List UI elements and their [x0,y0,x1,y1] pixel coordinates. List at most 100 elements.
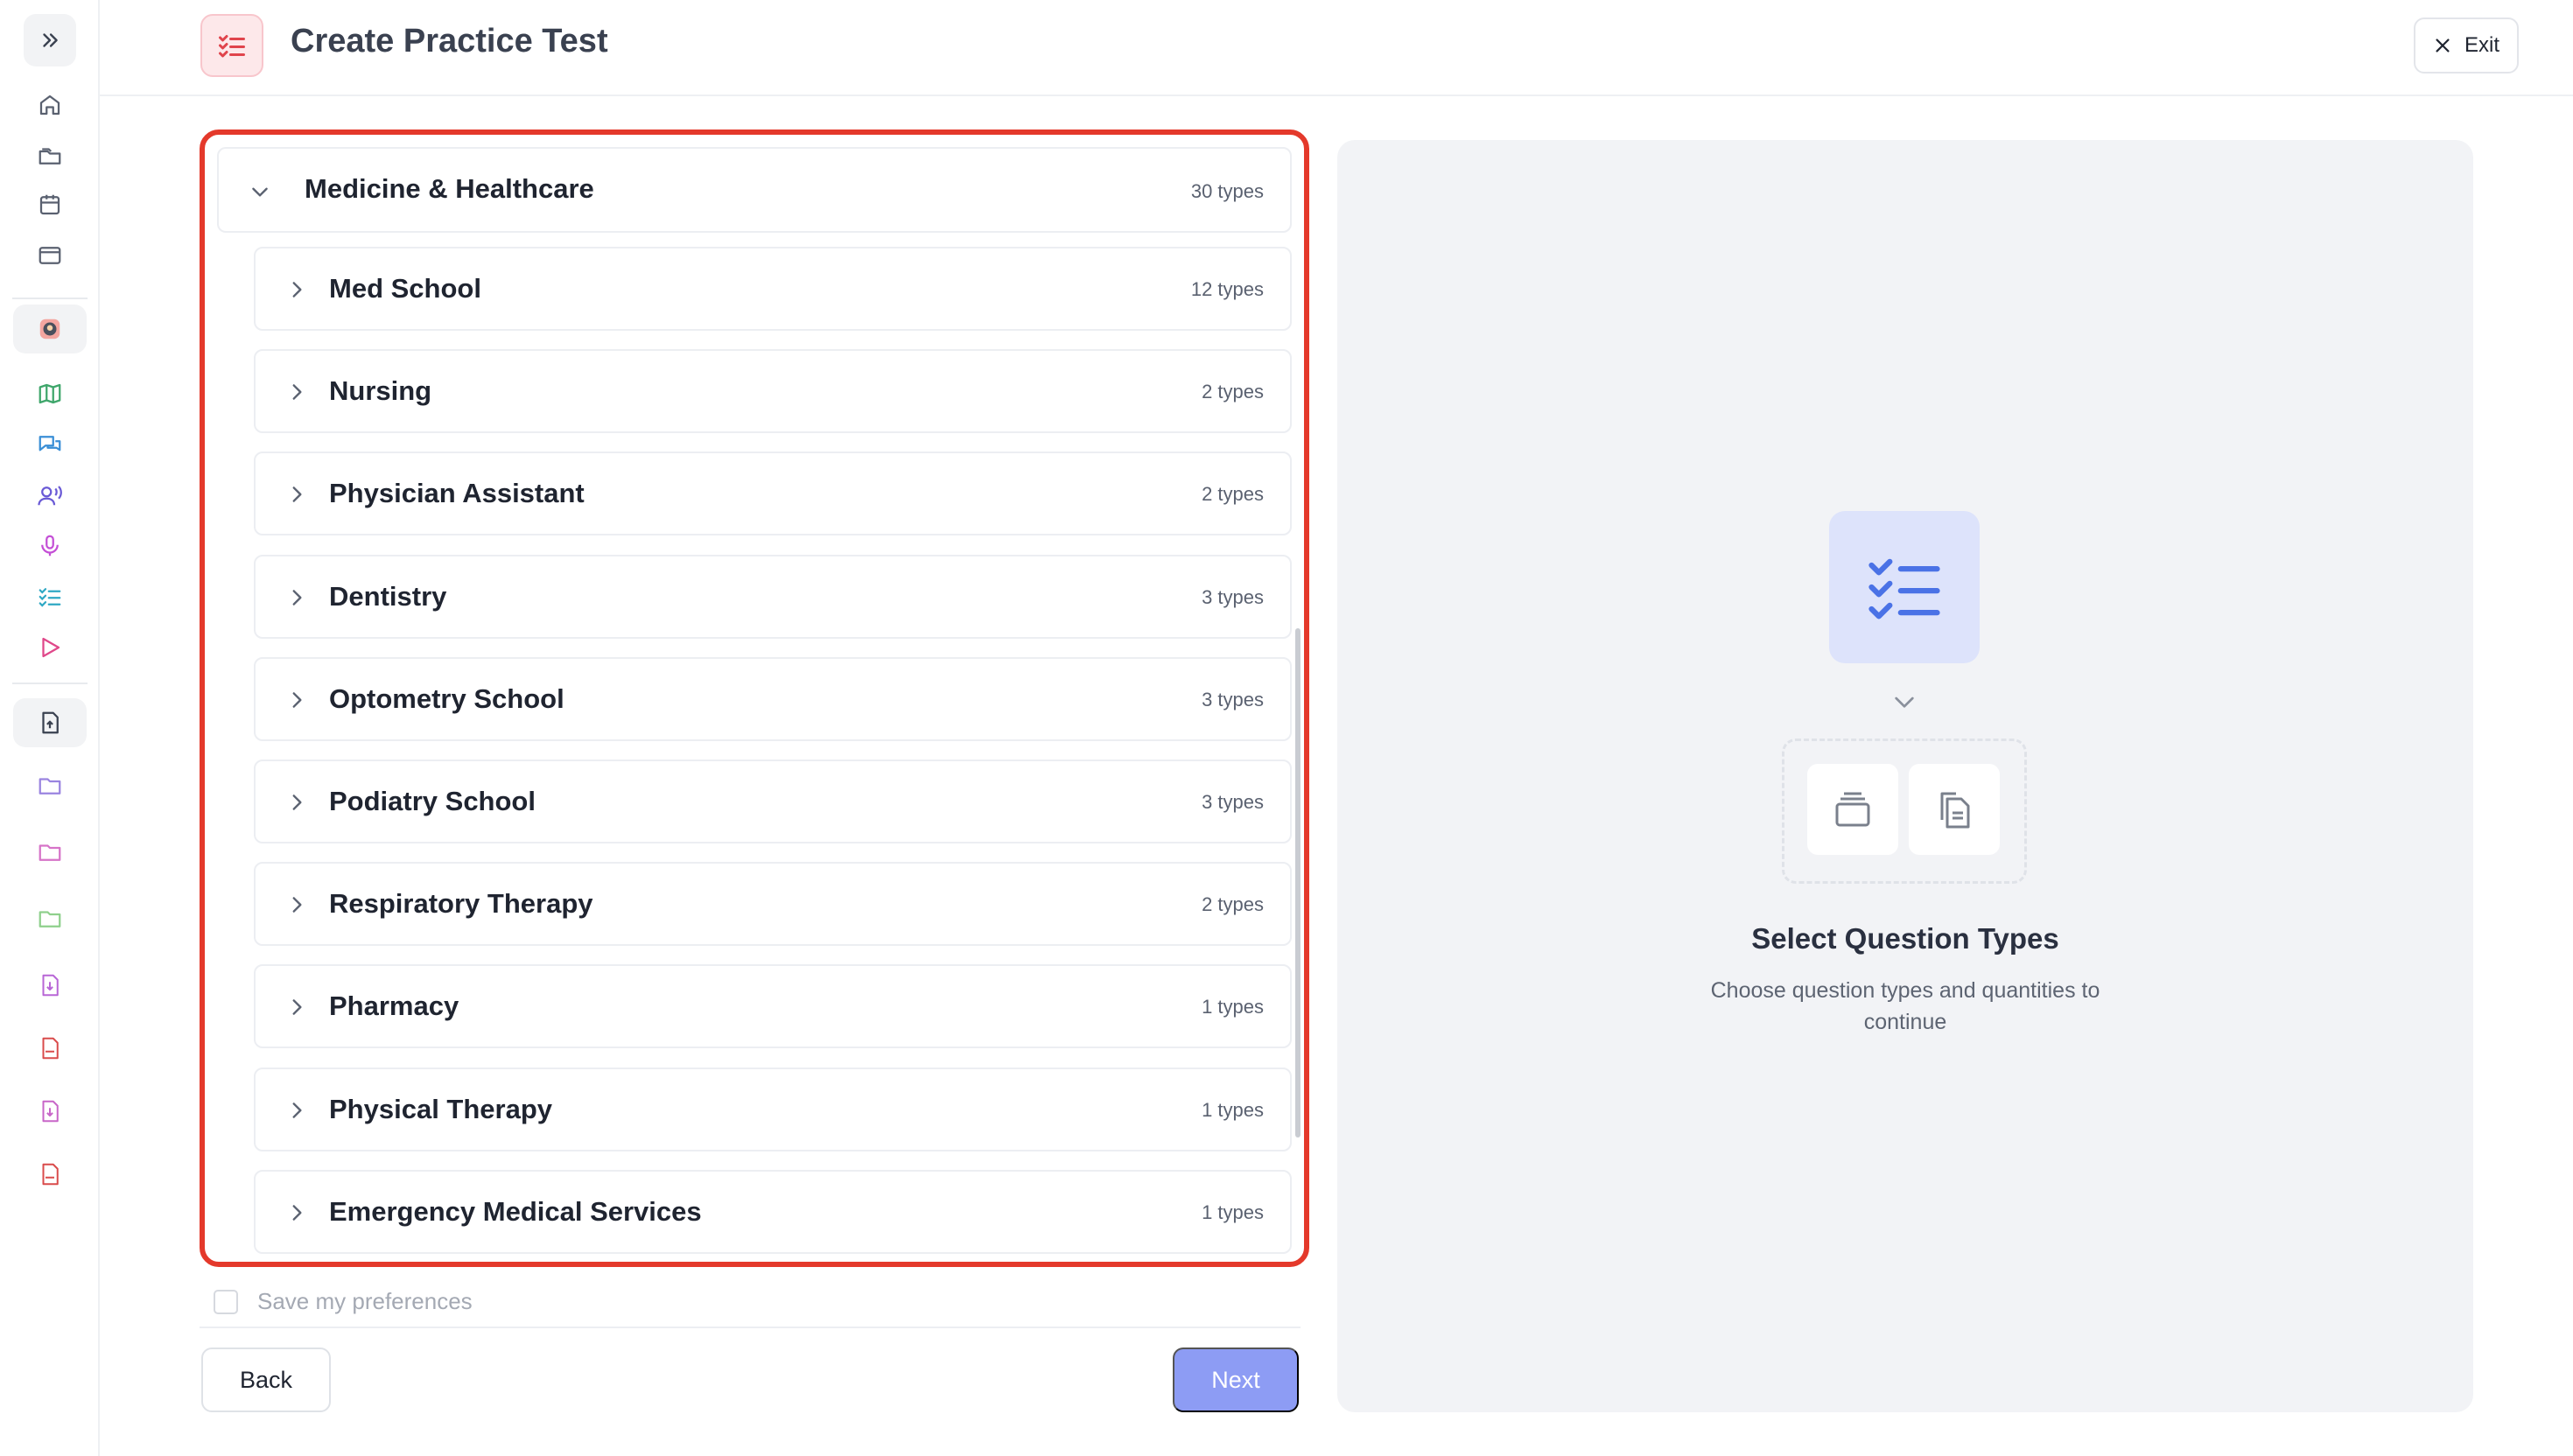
subcategory-row[interactable]: Med School 12 types [254,247,1292,331]
play-icon [42,637,60,658]
microphone-icon [41,535,59,556]
file-download-pink-icon [42,1100,59,1123]
subcategory-count: 3 types [1202,688,1264,710]
question-types-illustration [1829,511,1980,663]
subcategory-count: 1 types [1202,996,1264,1018]
subcategory-name: Pharmacy [329,990,459,1022]
page-header: Create Practice Test Exit [100,0,2573,96]
subcategory-name: Physical Therapy [329,1093,553,1124]
exit-button[interactable]: Exit [2414,18,2519,74]
nav-file-2[interactable] [24,1026,76,1071]
page-title: Create Practice Test [291,23,608,60]
scrollbar-thumb[interactable] [1295,628,1301,1138]
nav-folder-1[interactable] [24,763,76,808]
subcategory-name: Nursing [329,375,432,407]
category-count: 30 types [1190,180,1264,202]
next-button[interactable]: Next [1173,1348,1299,1412]
sidebar-divider [12,682,88,684]
chevron-right-icon [292,486,302,503]
browser-window-icon [39,247,61,264]
nav-folder-3[interactable] [24,896,76,942]
checklist-icon [219,35,245,58]
card-stack-icon [1835,792,1870,827]
subcategory-name: Dentistry [329,580,447,612]
expand-icon [43,33,58,47]
document-slot [1909,764,2000,855]
category-name: Medicine & Healthcare [305,173,594,204]
subcategory-row[interactable]: Physical Therapy 1 types [254,1067,1292,1152]
nav-map[interactable] [24,371,76,416]
nav-browser[interactable] [24,233,76,278]
subcategory-count: 2 types [1202,483,1264,506]
category-row-medicine[interactable]: Medicine & Healthcare 30 types [217,147,1292,233]
subcategory-row[interactable]: Nursing 2 types [254,349,1292,434]
practice-test-badge [200,14,263,77]
chevron-right-icon [292,282,302,298]
nav-microphone[interactable] [24,523,76,569]
subcategory-name: Physician Assistant [329,478,585,509]
chevron-right-icon [292,897,302,913]
subcategory-count: 2 types [1202,381,1264,403]
pdf-red-icon [42,1163,59,1186]
flashcard-slot [1807,764,1898,855]
empty-state-description: Choose question types and quantities to … [1710,978,2100,1034]
chevron-right-icon [292,384,302,400]
subcategory-row[interactable]: Dentistry 3 types [254,554,1292,639]
chevron-down-icon [252,187,268,197]
nav-home[interactable] [24,82,76,128]
save-preferences-label: Save my preferences [257,1288,473,1314]
chevron-down-icon [1895,696,1914,708]
subcategory-row[interactable]: Emergency Medical Services 1 types [254,1169,1292,1254]
nav-voice[interactable] [24,472,76,518]
nav-file-3[interactable] [24,1088,76,1134]
subcategory-row[interactable]: Pharmacy 1 types [254,964,1292,1049]
nav-chat[interactable] [24,422,76,467]
calendar-icon [39,194,60,215]
save-preferences-checkbox[interactable] [214,1289,238,1314]
subcategory-row[interactable]: Podiatry School 3 types [254,759,1292,844]
chevron-right-icon [292,691,302,708]
subcategory-name: Emergency Medical Services [329,1195,702,1227]
category-selection-panel: Medicine & Healthcare 30 types Med Schoo… [200,130,1309,1267]
nav-profile[interactable] [13,304,87,354]
home-icon [39,94,60,116]
nav-file-4[interactable] [24,1152,76,1197]
avatar-icon [39,318,60,340]
save-preferences-option[interactable]: Save my preferences [214,1288,473,1315]
subcategory-name: Optometry School [329,682,564,714]
chevron-right-icon [292,999,302,1016]
footer-divider [200,1326,1301,1328]
question-type-slots [1782,738,2027,884]
subcategory-count: 2 types [1202,893,1264,916]
file-upload-icon [42,711,59,734]
chevron-right-icon [292,1102,302,1118]
nav-calendar[interactable] [24,182,76,228]
checklist-icon [1868,558,1940,620]
expand-sidebar-button[interactable] [24,14,76,66]
subcategory-list: Med School 12 types Nursing 2 types Phys… [254,247,1292,1262]
subcategory-count: 3 types [1202,790,1264,813]
subcategory-row[interactable]: Physician Assistant 2 types [254,452,1292,536]
nav-file-1[interactable] [24,962,76,1008]
folder-pink-icon [39,844,61,861]
subcategory-count: 12 types [1190,278,1264,300]
chevron-right-icon [292,589,302,606]
subcategory-name: Respiratory Therapy [329,888,593,920]
nav-play[interactable] [24,625,76,670]
empty-state-panel: Select Question Types Choose question ty… [1337,140,2473,1412]
subcategory-row[interactable]: Optometry School 3 types [254,656,1292,741]
folder-icon [39,778,61,794]
chevron-right-icon [292,1204,302,1221]
empty-state-title: Select Question Types [1751,922,2059,955]
nav-upload[interactable] [13,698,87,747]
subcategory-row[interactable]: Respiratory Therapy 2 types [254,862,1292,947]
nav-folder-2[interactable] [24,830,76,875]
nav-folders[interactable] [24,133,76,178]
back-button[interactable]: Back [201,1348,331,1412]
folder-green-icon [39,911,61,928]
voice-icon [38,486,62,506]
chat-icon [39,436,61,452]
nav-practice-test[interactable] [24,574,76,620]
checklist-icon [39,588,61,607]
subcategory-name: Med School [329,273,481,304]
